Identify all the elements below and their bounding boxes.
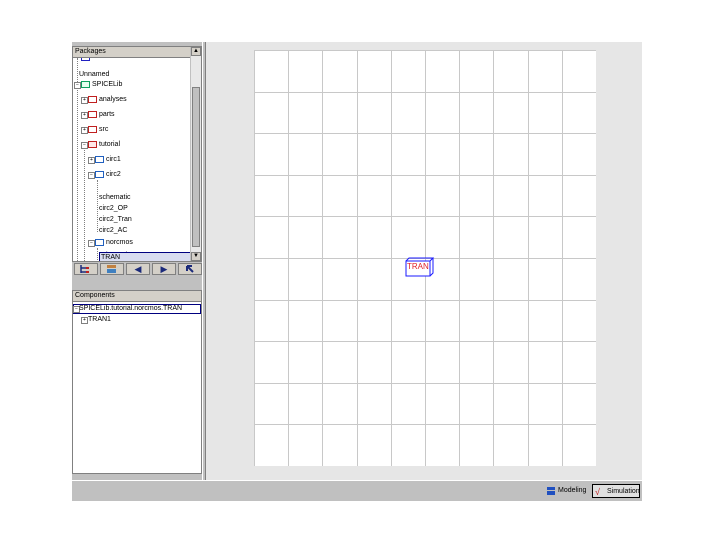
tree-item-label: circ2 [106,171,121,178]
scroll-down-icon[interactable]: ▼ [191,252,201,261]
collapse-icon[interactable]: − [88,240,95,247]
tree-item-schematic[interactable]: schematic [99,193,131,203]
expand-icon[interactable]: + [81,127,88,134]
status-bar: Modeling √ Simulation [72,480,642,501]
scroll-up-icon[interactable]: ▲ [191,47,201,56]
modeling-label: Modeling [558,487,587,494]
tran-block[interactable]: TRAN [405,257,435,277]
tree-item-parts[interactable]: parts [88,110,115,120]
tree-item-circ2-tran[interactable]: circ2_Tran [99,215,132,225]
tree-item-label: circ2_AC [99,227,128,234]
packages-header: Packages [73,47,201,58]
package-icon [81,80,90,88]
tree-item-label: circ2_OP [99,205,128,212]
tree-line [97,180,98,232]
tree-line [77,58,78,84]
tree-item-label: circ1 [106,156,121,163]
component-path[interactable]: SPICELib.tutorial.norcmos.TRAN [79,304,182,314]
packages-scrollbar[interactable]: ▲ ▼ [190,47,201,261]
tree-item-analyses[interactable]: analyses [88,95,127,105]
expand-icon[interactable]: + [81,112,88,119]
package-toolbar: ◀ ▶ [72,262,202,276]
tree-item-label: src [99,126,109,133]
tree-item-tran-selected[interactable]: TRAN [99,252,191,261]
simulation-icon: √ [595,487,600,497]
model-icon [95,238,104,246]
tran-block-label: TRAN [407,262,429,271]
tree-item-label: analyses [99,96,127,103]
tree-item-circ1[interactable]: circ1 [95,155,121,165]
tree-item-label: circ2_Tran [99,216,132,223]
package-icon [88,140,97,148]
packages-panel: Packages Unnamed − SPICELib + analyses +… [72,46,202,262]
components-panel: Components − SPICELib.tutorial.norcmos.T… [72,290,202,474]
tree-item-unnamed[interactable]: Unnamed [79,70,109,80]
back-arrow-icon[interactable]: ◀ [126,263,150,275]
tree-item-spicelib[interactable]: SPICELib [81,80,122,90]
forward-arrow-icon[interactable]: ▶ [152,263,176,275]
tree-item-clipped [81,58,92,63]
collapse-icon[interactable]: − [88,172,95,179]
model-icon [95,155,104,163]
tree-item-label: schematic [99,194,131,201]
up-arrow-icon[interactable] [178,263,202,275]
tree-line [84,148,85,261]
tree-line [97,248,98,261]
tree-item-circ2[interactable]: circ2 [95,170,121,180]
tree-item-tutorial[interactable]: tutorial [88,140,120,150]
expand-icon[interactable]: + [88,157,95,164]
tree-item-label: SPICELib [92,81,123,88]
tree-item-label: Unnamed [79,71,110,78]
expand-icon[interactable]: + [81,317,88,324]
package-tree[interactable]: Unnamed − SPICELib + analyses + parts + … [73,58,191,261]
tree-item-label: norcmos [106,239,133,246]
tree-item-circ2-ac[interactable]: circ2_AC [99,226,127,236]
tree-item-src[interactable]: src [88,125,108,135]
tree-item-norcmos[interactable]: norcmos [95,238,133,248]
tree-view-icon[interactable] [74,263,98,275]
modeling-button[interactable]: Modeling [544,484,589,498]
scrollbar-thumb[interactable] [192,87,200,247]
new-class-icon[interactable] [100,263,124,275]
modeling-icon [546,486,556,502]
tree-item-label: TRAN [101,254,121,261]
tree-line [77,88,78,261]
tree-item-circ2-op[interactable]: circ2_OP [99,204,128,214]
package-icon [88,95,97,103]
package-icon [88,125,97,133]
tree-item-label: tutorial [99,141,121,148]
expand-icon[interactable]: + [81,97,88,104]
package-icon [88,110,97,118]
components-header: Components [73,291,201,302]
model-icon [95,170,104,178]
tree-item-label: parts [99,111,115,118]
component-tran1[interactable]: TRAN1 [88,315,111,325]
simulation-label: Simulation [607,488,640,495]
simulation-button[interactable]: √ Simulation [592,484,640,498]
